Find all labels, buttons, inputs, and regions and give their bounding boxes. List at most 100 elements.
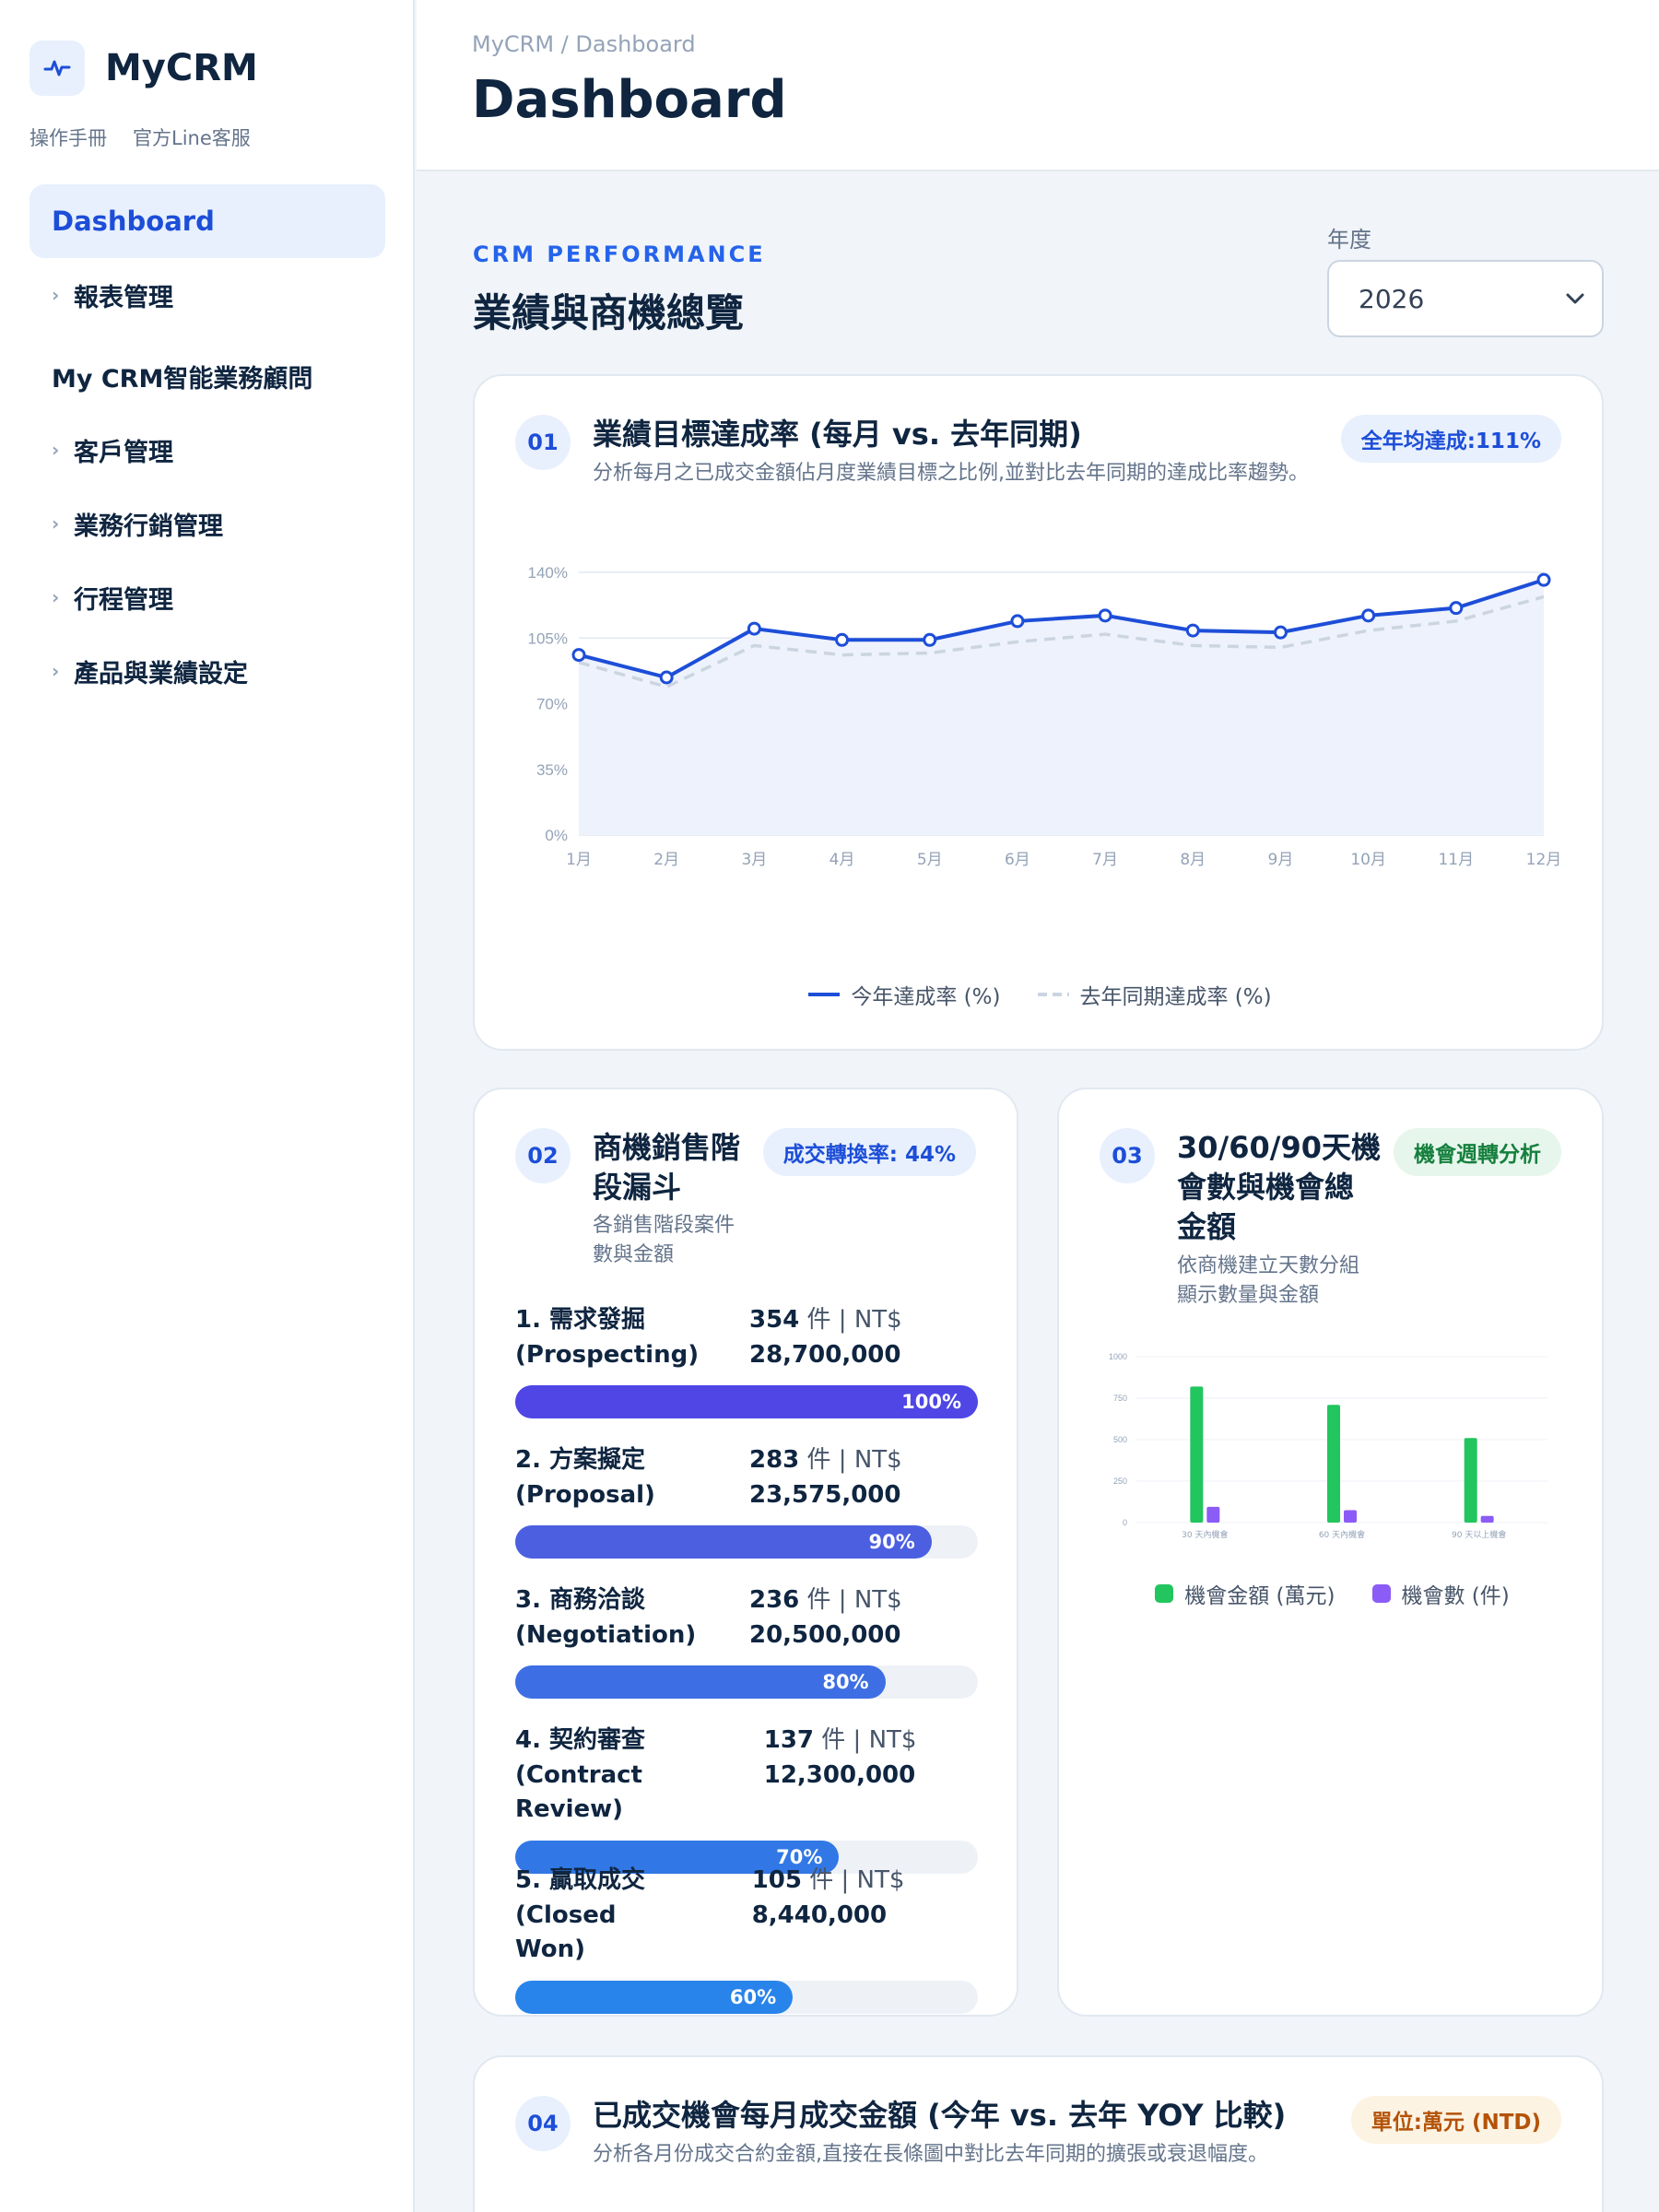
funnel-stage[interactable]: 2. 方案擬定 (Proposal) 283 件 | NT$ 23,575,000 90…: [515, 1443, 978, 1559]
stage-percent: 80%: [822, 1671, 869, 1694]
main-nav: Dashboard › 報表管理 My CRM智能業務顧問 › 客戶管理 › 業…: [29, 184, 385, 708]
card-number: 03: [1100, 1128, 1155, 1183]
bar-count: [1480, 1515, 1494, 1523]
nav-item-products[interactable]: › 產品與業績設定: [29, 634, 385, 708]
achievement-line-chart: 0% 35% 70% 105% 140% 1月 2月 3月 4月 5月 6月 7月 8月 9月 10月 11月…: [528, 564, 1562, 869]
y-tick-label: 250: [1113, 1477, 1127, 1486]
stage-row: 4. 契約審查 (Contract Review) 137 件 | NT$ 12,30…: [515, 1724, 978, 1828]
stage-name: 2. 方案擬定 (Proposal): [515, 1443, 655, 1512]
y-tick-label: 70%: [536, 696, 568, 713]
card-title: 商機銷售階段漏斗: [593, 1130, 741, 1206]
helper-links: 操作手冊 官方Line客服: [29, 124, 251, 151]
y-tick-label: 105%: [528, 629, 568, 647]
card-title: 30/60/90天機 會數與機會總 金額: [1177, 1128, 1381, 1248]
current-year-point: [747, 621, 761, 636]
app-name: MyCRM: [105, 47, 258, 89]
stage-amount: 20,500,000: [749, 1620, 901, 1649]
stage-progress-track: 100%: [515, 1385, 978, 1419]
current-year-point: [835, 632, 850, 647]
card-subtitle: 各銷售階段案件數與金額: [593, 1214, 735, 1266]
page-title: Dashboard: [472, 70, 787, 130]
chevron-down-icon: [1566, 293, 1584, 304]
nav-item-label: 客戶管理: [74, 438, 173, 467]
legend-item[interactable]: 機會金額 (萬元): [1155, 1578, 1335, 1609]
x-tick-label: 6月: [1005, 851, 1030, 869]
current-year-point: [1449, 601, 1464, 616]
x-tick-label: 2月: [653, 851, 679, 869]
breadcrumb[interactable]: MyCRM / Dashboard: [472, 31, 696, 57]
brand[interactable]: MyCRM: [29, 41, 258, 96]
legend-item[interactable]: 機會數 (件): [1371, 1578, 1510, 1609]
stage-count-line: 236 件 | NT$: [749, 1583, 978, 1618]
subtitle-line: 顯示數量與金額: [1177, 1283, 1320, 1307]
stage-name-line: 1. 需求發掘: [515, 1306, 646, 1334]
stage-count-line: 354 件 | NT$: [749, 1303, 978, 1338]
title-line: 會數與機會總: [1177, 1170, 1355, 1206]
x-tick-label: 8月: [1180, 851, 1206, 869]
chevron-right-icon: ›: [52, 586, 60, 608]
year-value: 2026: [1359, 283, 1425, 314]
stage-amount: 28,700,000: [749, 1340, 901, 1369]
year-label: 年度: [1327, 227, 1371, 253]
sidebar: MyCRM 操作手冊 官方Line客服 Dashboard › 報表管理 My …: [0, 0, 415, 2212]
nav-item-reports[interactable]: › 報表管理: [29, 258, 385, 332]
nav-item-label: 業務行銷管理: [74, 512, 223, 541]
funnel-stage[interactable]: 4. 契約審查 (Contract Review) 137 件 | NT$ 12,30…: [515, 1724, 978, 1875]
funnel-stage[interactable]: 1. 需求發掘 (Prospecting) 354 件 | NT$ 28,700,00…: [515, 1303, 978, 1419]
stage-name: 5. 贏取成交 (Closed Won): [515, 1864, 752, 1968]
nav-item-schedule[interactable]: › 行程管理: [29, 560, 385, 634]
x-tick-label: 60 天內機會: [1319, 1529, 1365, 1540]
stage-stats: 137 件 | NT$ 12,300,000: [764, 1724, 978, 1828]
manual-link[interactable]: 操作手冊: [29, 124, 107, 151]
stage-percent: 60%: [729, 1986, 777, 2009]
x-tick-label: 7月: [1092, 851, 1118, 869]
stage-name: 3. 商務洽談 (Negotiation): [515, 1583, 696, 1653]
stage-progress-fill: 100%: [515, 1385, 978, 1419]
nav-item-customers[interactable]: › 客戶管理: [29, 413, 385, 487]
stage-row: 5. 贏取成交 (Closed Won) 105 件 | NT$ 8,440,000: [515, 1864, 978, 1968]
nav-item-label: 報表管理: [74, 283, 173, 312]
funnel-stage[interactable]: 3. 商務洽談 (Negotiation) 236 件 | NT$ 20,500,00…: [515, 1583, 978, 1700]
stage-count-unit: 件 | NT$: [799, 1446, 902, 1474]
x-tick-label: 11月: [1438, 851, 1474, 869]
bar-amount: [1190, 1386, 1204, 1523]
stage-name-line: (Prospecting): [515, 1340, 700, 1369]
card-number: 01: [515, 415, 571, 470]
stage-count-line: 105 件 | NT$: [752, 1864, 978, 1899]
stage-count-unit: 件 | NT$: [799, 1306, 902, 1334]
stage-progress-fill: 90%: [515, 1525, 932, 1559]
x-tick-label: 5月: [917, 851, 943, 869]
nav-item-marketing[interactable]: › 業務行銷管理: [29, 487, 385, 560]
current-year-point: [659, 670, 674, 685]
card-number: 04: [515, 2096, 571, 2151]
stage-count-unit: 件 | NT$: [801, 1866, 905, 1894]
stage-count-line: 137 件 | NT$: [764, 1724, 978, 1759]
current-year-point: [1185, 623, 1200, 638]
card-number: 02: [515, 1128, 571, 1183]
nav-item-dashboard[interactable]: Dashboard: [29, 184, 385, 258]
sales-funnel-card: 02 商機銷售階段漏斗 各銷售階段案件數與金額 成交轉換率: 44% 1. 需求…: [473, 1088, 1018, 2017]
funnel-stage[interactable]: 5. 贏取成交 (Closed Won) 105 件 | NT$ 8,440,000 6…: [515, 1864, 978, 2015]
y-tick-label: 1000: [1109, 1352, 1127, 1361]
current-year-point: [1536, 572, 1551, 587]
current-year-point: [1361, 608, 1376, 623]
y-tick-label: 140%: [528, 564, 568, 582]
dashed-line-swatch: [1037, 993, 1069, 996]
opportunity-bar-chart: 0 250 500 750 1000 30 天內機會 60 天內機會 90 天以上機會: [1109, 1352, 1547, 1540]
legend-last-year[interactable]: 去年同期達成率 (%): [1037, 979, 1272, 1010]
y-tick-label: 500: [1113, 1435, 1127, 1444]
title-line: 30/60/90天機: [1177, 1130, 1381, 1165]
y-tick-label: 0: [1123, 1518, 1127, 1527]
stage-progress-track: 80%: [515, 1665, 978, 1700]
stage-stats: 105 件 | NT$ 8,440,000: [752, 1864, 978, 1968]
x-tick-label: 1月: [566, 851, 592, 869]
x-tick-label: 30 天內機會: [1182, 1529, 1228, 1540]
stage-amount: 8,440,000: [751, 1900, 888, 1929]
card-subtitle: 分析各月份成交合約金額,直接在長條圖中對比去年同期的擴張或衰退幅度。: [593, 2143, 1268, 2166]
line-support-link[interactable]: 官方Line客服: [133, 124, 251, 151]
current-year-point: [1010, 614, 1025, 629]
stage-count-unit: 件 | NT$: [799, 1586, 902, 1614]
legend-current-year[interactable]: 今年達成率 (%): [808, 979, 1001, 1010]
stage-name-line: Review): [515, 1795, 624, 1824]
year-select[interactable]: 2026: [1327, 260, 1604, 337]
